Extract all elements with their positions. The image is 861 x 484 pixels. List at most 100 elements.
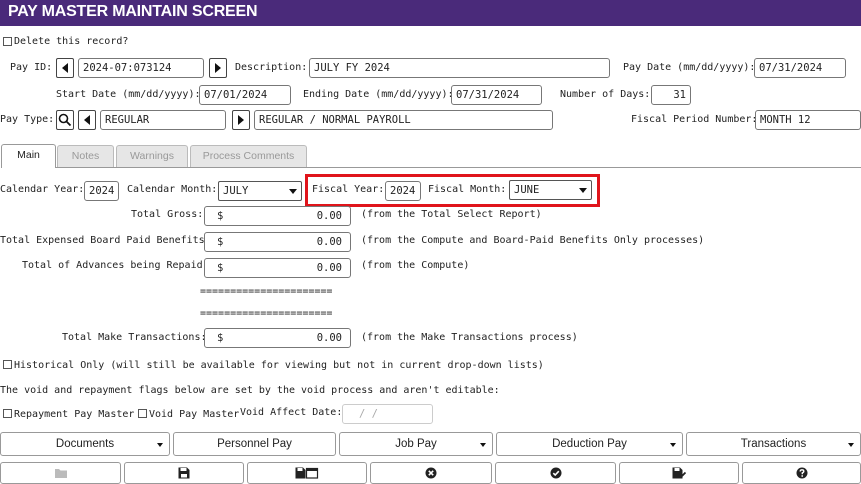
description-field[interactable]: JULY FY 2024: [309, 58, 610, 78]
job-pay-label: Job Pay: [395, 438, 437, 450]
expensed-note: (from the Compute and Board-Paid Benefit…: [361, 235, 705, 246]
documents-label: Documents: [55, 438, 115, 450]
advances-value: 0.00: [316, 262, 342, 274]
repayment-label: Repayment Pay Master: [14, 409, 135, 420]
left-arrow-icon: [62, 63, 68, 73]
deduction-pay-button[interactable]: Deduction Pay: [496, 432, 683, 456]
pay-type-search-button[interactable]: [56, 110, 74, 130]
fiscal-period-label: Fiscal Period Number:: [631, 114, 758, 125]
expensed-label: Total Expensed Board Paid Benefits:: [0, 235, 211, 246]
void-pay-master-checkbox[interactable]: [138, 409, 147, 418]
historical-label: Historical Only (will still be available…: [14, 360, 544, 371]
delete-label: Delete this record?: [14, 36, 129, 47]
job-pay-button[interactable]: Job Pay: [339, 432, 493, 456]
pay-id-prev-button[interactable]: [56, 58, 74, 78]
separator-line: ======================: [200, 308, 333, 319]
page-title: PAY MASTER MAINTAIN SCREEN: [0, 0, 861, 26]
help-button[interactable]: [742, 462, 861, 484]
check-icon: [550, 467, 561, 479]
void-date-field[interactable]: / /: [342, 404, 433, 424]
pay-type-label: Pay Type:: [0, 114, 55, 125]
fiscal-year-label: Fiscal Year:: [312, 184, 385, 195]
total-gross-note: (from the Total Select Report): [361, 209, 542, 220]
transactions-label: Transactions: [740, 438, 807, 450]
pay-type-code-field[interactable]: REGULAR: [100, 110, 226, 130]
save-copy-icon: [295, 467, 319, 479]
search-icon: [58, 113, 72, 127]
save-icon: [178, 467, 190, 479]
currency-symbol: $: [217, 332, 224, 344]
total-gross-label: Total Gross:: [131, 209, 204, 220]
fiscal-month-select[interactable]: JUNE: [509, 180, 592, 200]
start-date-label: Start Date (mm/dd/yyyy):: [56, 89, 201, 100]
expensed-value: 0.00: [316, 236, 342, 248]
deduction-pay-label: Deduction Pay: [552, 438, 627, 450]
fiscal-year-field[interactable]: 2024: [385, 181, 421, 201]
pay-date-field[interactable]: 07/31/2024: [754, 58, 846, 78]
chevron-down-icon: [157, 443, 163, 447]
expensed-field[interactable]: $ 0.00: [204, 232, 351, 252]
separator-line: ======================: [200, 286, 333, 297]
save-check-button[interactable]: [619, 462, 739, 484]
make-trans-note: (from the Make Transactions process): [361, 332, 578, 343]
currency-symbol: $: [217, 262, 224, 274]
make-trans-field[interactable]: $ 0.00: [204, 328, 351, 348]
delete-checkbox[interactable]: [3, 37, 12, 46]
ending-date-label: Ending Date (mm/dd/yyyy):: [303, 89, 454, 100]
calendar-year-field[interactable]: 2024: [84, 181, 119, 201]
save-check-icon: [672, 467, 686, 479]
tab-notes[interactable]: Notes: [57, 145, 114, 167]
save-button[interactable]: [124, 462, 244, 484]
void-date-label: Void Affect Date:: [240, 407, 343, 418]
pay-type-prev-button[interactable]: [78, 110, 96, 130]
void-note: The void and repayment flags below are s…: [0, 385, 500, 396]
currency-symbol: $: [217, 236, 224, 248]
pay-type-description-field[interactable]: REGULAR / NORMAL PAYROLL: [254, 110, 553, 130]
tab-warnings[interactable]: Warnings: [116, 145, 188, 167]
folder-button[interactable]: [0, 462, 121, 484]
personnel-pay-label: Personnel Pay: [217, 438, 292, 450]
ending-date-field[interactable]: 07/31/2024: [451, 85, 542, 105]
pay-id-next-button[interactable]: [209, 58, 227, 78]
currency-symbol: $: [217, 210, 224, 222]
confirm-button[interactable]: [495, 462, 616, 484]
advances-field[interactable]: $ 0.00: [204, 258, 351, 278]
pay-id-field[interactable]: 2024-07:073124: [78, 58, 204, 78]
fiscal-period-field[interactable]: MONTH 12: [755, 110, 861, 130]
tab-main[interactable]: Main: [1, 144, 56, 168]
personnel-pay-button[interactable]: Personnel Pay: [173, 432, 336, 456]
make-trans-label: Total Make Transactions:: [62, 332, 207, 343]
calendar-month-label: Calendar Month:: [127, 184, 218, 195]
make-trans-value: 0.00: [316, 332, 342, 344]
cancel-button[interactable]: [370, 462, 492, 484]
folder-icon: [54, 469, 67, 478]
chevron-down-icon: [670, 443, 676, 447]
void-pay-master-label: Void Pay Master: [149, 409, 240, 420]
transactions-button[interactable]: Transactions: [686, 432, 861, 456]
start-date-field[interactable]: 07/01/2024: [199, 85, 291, 105]
pay-id-label: Pay ID:: [10, 62, 53, 73]
documents-button[interactable]: Documents: [0, 432, 170, 456]
left-arrow-icon: [84, 115, 90, 125]
description-label: Description:: [235, 62, 308, 73]
right-arrow-icon: [215, 63, 221, 73]
chevron-down-icon: [848, 443, 854, 447]
total-gross-field[interactable]: $ 0.00: [204, 206, 351, 226]
calendar-year-label: Calendar Year:: [0, 184, 85, 195]
fiscal-month-value: JUNE: [514, 183, 540, 196]
repayment-checkbox[interactable]: [3, 409, 12, 418]
tab-process-comments[interactable]: Process Comments: [190, 145, 307, 167]
num-days-field[interactable]: 31: [651, 85, 691, 105]
chevron-down-icon: [480, 443, 486, 447]
calendar-month-value: JULY: [223, 184, 249, 197]
pay-type-next-button[interactable]: [232, 110, 250, 130]
historical-checkbox[interactable]: [3, 360, 12, 369]
advances-note: (from the Compute): [361, 260, 470, 271]
pay-date-label: Pay Date (mm/dd/yyyy):: [623, 62, 756, 73]
cancel-icon: [425, 467, 437, 479]
chevron-down-icon: [579, 187, 587, 193]
save-copy-button[interactable]: [247, 462, 367, 484]
chevron-down-icon: [289, 188, 297, 194]
calendar-month-select[interactable]: JULY: [218, 181, 302, 201]
fiscal-month-label: Fiscal Month:: [428, 184, 507, 195]
